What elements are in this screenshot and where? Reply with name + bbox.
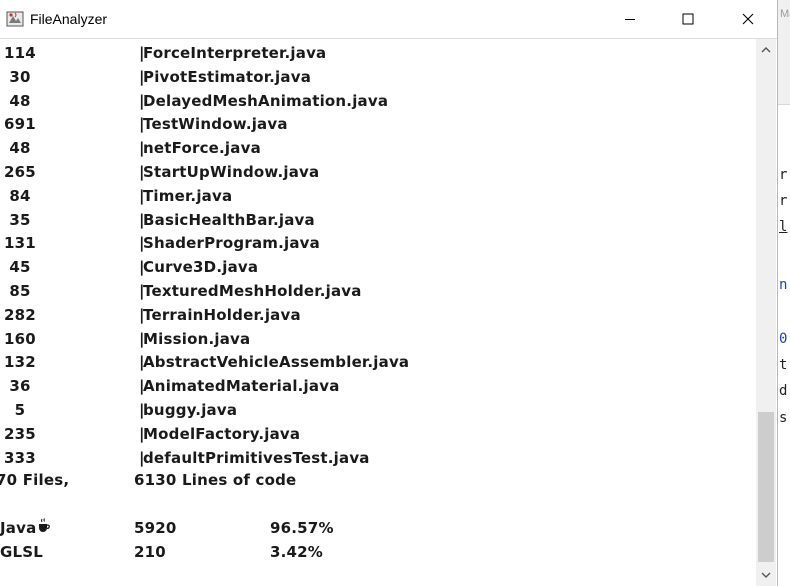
- line-count: 48: [9, 139, 31, 158]
- chevron-down-icon: [761, 572, 771, 578]
- language-percent: 3.42%: [270, 543, 324, 561]
- file-name: ModelFactory.java: [143, 424, 301, 443]
- language-row-java: Java 5920 96.57%: [0, 517, 333, 540]
- file-name: netForce.java: [143, 139, 261, 158]
- line-count: 265: [4, 163, 36, 181]
- line-count: 5: [14, 401, 26, 419]
- file-name: ShaderProgram.java: [143, 234, 320, 253]
- file-name: BasicHealthBar.java: [143, 210, 315, 229]
- language-lines: 210: [134, 543, 166, 561]
- line-count: 30: [9, 67, 31, 86]
- line-count: 35: [9, 210, 31, 229]
- file-name: StartUpWindow.java: [143, 163, 320, 181]
- background-editor-char: 0: [779, 331, 788, 347]
- chevron-up-icon: [761, 47, 771, 53]
- file-name: TexturedMeshHolder.java: [143, 282, 362, 300]
- file-name: AbstractVehicleAssembler.java: [143, 353, 410, 372]
- line-count: 36: [9, 377, 31, 396]
- language-name: GLSL: [0, 543, 44, 561]
- scroll-down-button[interactable]: [756, 564, 776, 586]
- line-count: 333: [4, 448, 36, 467]
- language-name: Java: [0, 517, 52, 540]
- maximize-icon: [682, 13, 694, 25]
- line-count: 114: [4, 44, 36, 62]
- background-editor-char: r: [779, 167, 788, 183]
- line-count: 160: [4, 329, 36, 348]
- language-row-glsl: GLSL 210 3.42%: [0, 541, 323, 564]
- file-analyzer-window: FileAnalyzer 114 | ForceInterpreter.java 30…: [0, 0, 778, 586]
- file-name: DelayedMeshAnimation.java: [143, 91, 389, 110]
- line-count: 235: [4, 424, 36, 443]
- file-name: Timer.java: [143, 186, 233, 205]
- file-name: PivotEstimator.java: [143, 67, 312, 86]
- background-app-text: Ma: [780, 8, 790, 20]
- background-editor-char: r: [779, 193, 788, 209]
- file-name: TerrainHolder.java: [143, 305, 301, 324]
- minimize-button[interactable]: [601, 0, 659, 38]
- coffee-cup-icon: [38, 517, 52, 540]
- minimize-icon: [625, 19, 635, 20]
- line-count: 132: [4, 353, 36, 372]
- file-name: Curve3D.java: [143, 258, 259, 277]
- window-title: FileAnalyzer: [30, 11, 108, 27]
- language-lines: 5920: [134, 519, 177, 537]
- close-button[interactable]: [719, 0, 777, 38]
- line-count: 48: [9, 91, 31, 110]
- totals-row: 70 Files, 6130 Lines of code: [0, 469, 296, 492]
- file-name: buggy.java: [143, 401, 238, 419]
- background-editor-char: d: [779, 383, 788, 399]
- total-files: 70 Files,: [0, 471, 70, 489]
- background-editor-char: t: [779, 357, 788, 373]
- file-name: AnimatedMaterial.java: [143, 377, 340, 396]
- line-count: 84: [9, 186, 31, 205]
- file-name: ForceInterpreter.java: [143, 44, 327, 62]
- background-editor: r r l n 0 t d s: [778, 104, 790, 586]
- background-editor-char: n: [779, 277, 788, 293]
- line-count: 85: [9, 282, 31, 300]
- file-name: Mission.java: [143, 329, 251, 348]
- line-count: 45: [9, 258, 31, 277]
- results-text-area[interactable]: 114 | ForceInterpreter.java 30 | PivotEstimat…: [0, 39, 756, 586]
- file-name: TestWindow.java: [143, 115, 288, 134]
- scroll-up-button[interactable]: [756, 39, 776, 61]
- background-application: Ma r r l n 0 t d s: [778, 0, 790, 586]
- vertical-scrollbar[interactable]: [756, 39, 776, 586]
- line-count: 691: [4, 115, 36, 134]
- language-percent: 96.57%: [270, 519, 334, 537]
- background-editor-char: l: [779, 219, 788, 235]
- line-count: 282: [4, 305, 36, 324]
- background-editor-char: s: [779, 410, 788, 426]
- title-bar[interactable]: FileAnalyzer: [0, 0, 777, 39]
- total-lines: 6130 Lines of code: [134, 471, 297, 489]
- file-name: defaultPrimitivesTest.java: [143, 448, 370, 467]
- java-app-icon: [6, 10, 24, 28]
- close-icon: [742, 13, 754, 25]
- line-count: 131: [4, 234, 36, 253]
- maximize-button[interactable]: [659, 0, 717, 38]
- scrollbar-thumb[interactable]: [758, 412, 774, 562]
